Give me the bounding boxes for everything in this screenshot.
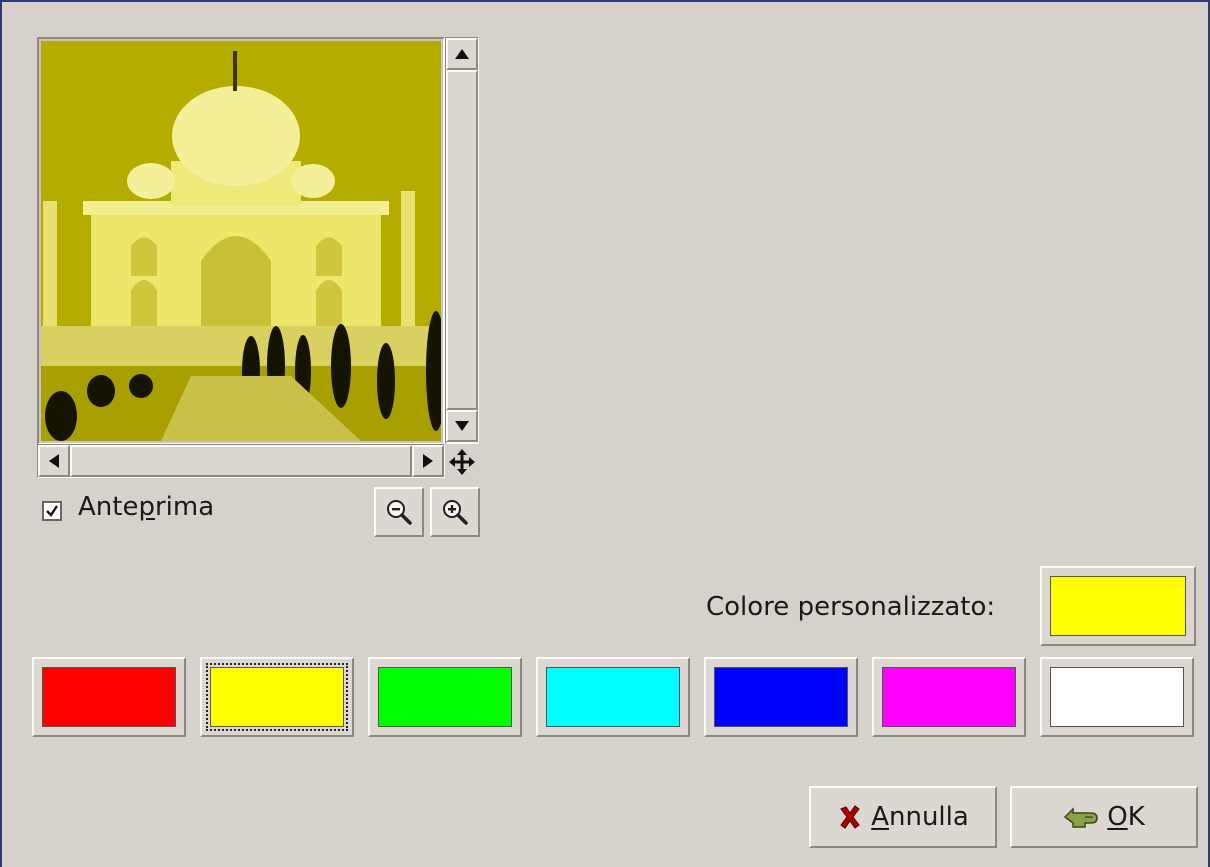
swatch-magenta-color bbox=[882, 667, 1016, 727]
cancel-x-icon bbox=[840, 805, 860, 829]
scroll-up-button[interactable] bbox=[446, 38, 478, 70]
swatch-yellow[interactable] bbox=[200, 657, 354, 737]
swatch-blue-color bbox=[714, 667, 848, 727]
swatch-white[interactable] bbox=[1040, 657, 1194, 737]
horizontal-scroll-thumb[interactable] bbox=[70, 445, 412, 477]
preview-checkbox[interactable] bbox=[42, 501, 62, 521]
swatch-red-color bbox=[42, 667, 176, 727]
vertical-scroll-thumb[interactable] bbox=[446, 70, 478, 410]
ok-label-mnemonic: O bbox=[1107, 802, 1128, 832]
window-frame-top bbox=[0, 0, 1210, 2]
custom-color-swatch bbox=[1050, 576, 1186, 636]
scroll-left-button[interactable] bbox=[38, 445, 70, 477]
swatch-white-color bbox=[1050, 667, 1184, 727]
zoom-in-icon bbox=[443, 500, 468, 525]
swatch-green-color bbox=[378, 667, 512, 727]
cancel-label-mnemonic: A bbox=[871, 802, 889, 832]
ok-hand-icon bbox=[1064, 807, 1098, 828]
arrow-up-icon bbox=[455, 49, 469, 59]
ok-label: OK bbox=[1107, 802, 1145, 832]
zoom-out-icon bbox=[387, 500, 412, 525]
cancel-label-rest: nnulla bbox=[888, 802, 969, 832]
cancel-button[interactable]: Annulla bbox=[809, 786, 997, 848]
swatch-cyan[interactable] bbox=[536, 657, 690, 737]
preview-label-mnemonic: p bbox=[138, 492, 155, 522]
arrow-left-icon bbox=[49, 454, 59, 468]
preview-area[interactable] bbox=[37, 37, 445, 445]
ok-button[interactable]: OK bbox=[1010, 786, 1198, 848]
ok-label-rest: K bbox=[1127, 802, 1145, 832]
preview-label-part: Ante bbox=[78, 492, 139, 522]
custom-color-label: Colore personalizzato: bbox=[706, 592, 996, 622]
swatch-cyan-color bbox=[546, 667, 680, 727]
zoom-in-button[interactable] bbox=[430, 487, 480, 537]
checkmark-icon bbox=[46, 505, 58, 517]
cancel-label: Annulla bbox=[871, 802, 969, 832]
swatch-red[interactable] bbox=[32, 657, 186, 737]
swatch-blue[interactable] bbox=[704, 657, 858, 737]
preview-label[interactable]: Anteprima bbox=[78, 492, 214, 522]
custom-color-button[interactable] bbox=[1040, 566, 1196, 646]
arrow-right-icon bbox=[423, 454, 433, 468]
move-arrows-icon bbox=[449, 449, 475, 475]
zoom-out-button[interactable] bbox=[374, 487, 424, 537]
preview-image bbox=[41, 41, 441, 441]
swatch-magenta[interactable] bbox=[872, 657, 1026, 737]
navigate-button[interactable] bbox=[446, 446, 478, 478]
swatch-yellow-color bbox=[206, 663, 348, 731]
scroll-right-button[interactable] bbox=[412, 445, 444, 477]
window-frame-left bbox=[0, 0, 2, 867]
arrow-down-icon bbox=[455, 421, 469, 431]
scroll-down-button[interactable] bbox=[446, 410, 478, 442]
preview-label-part: rima bbox=[154, 492, 215, 522]
swatch-green[interactable] bbox=[368, 657, 522, 737]
